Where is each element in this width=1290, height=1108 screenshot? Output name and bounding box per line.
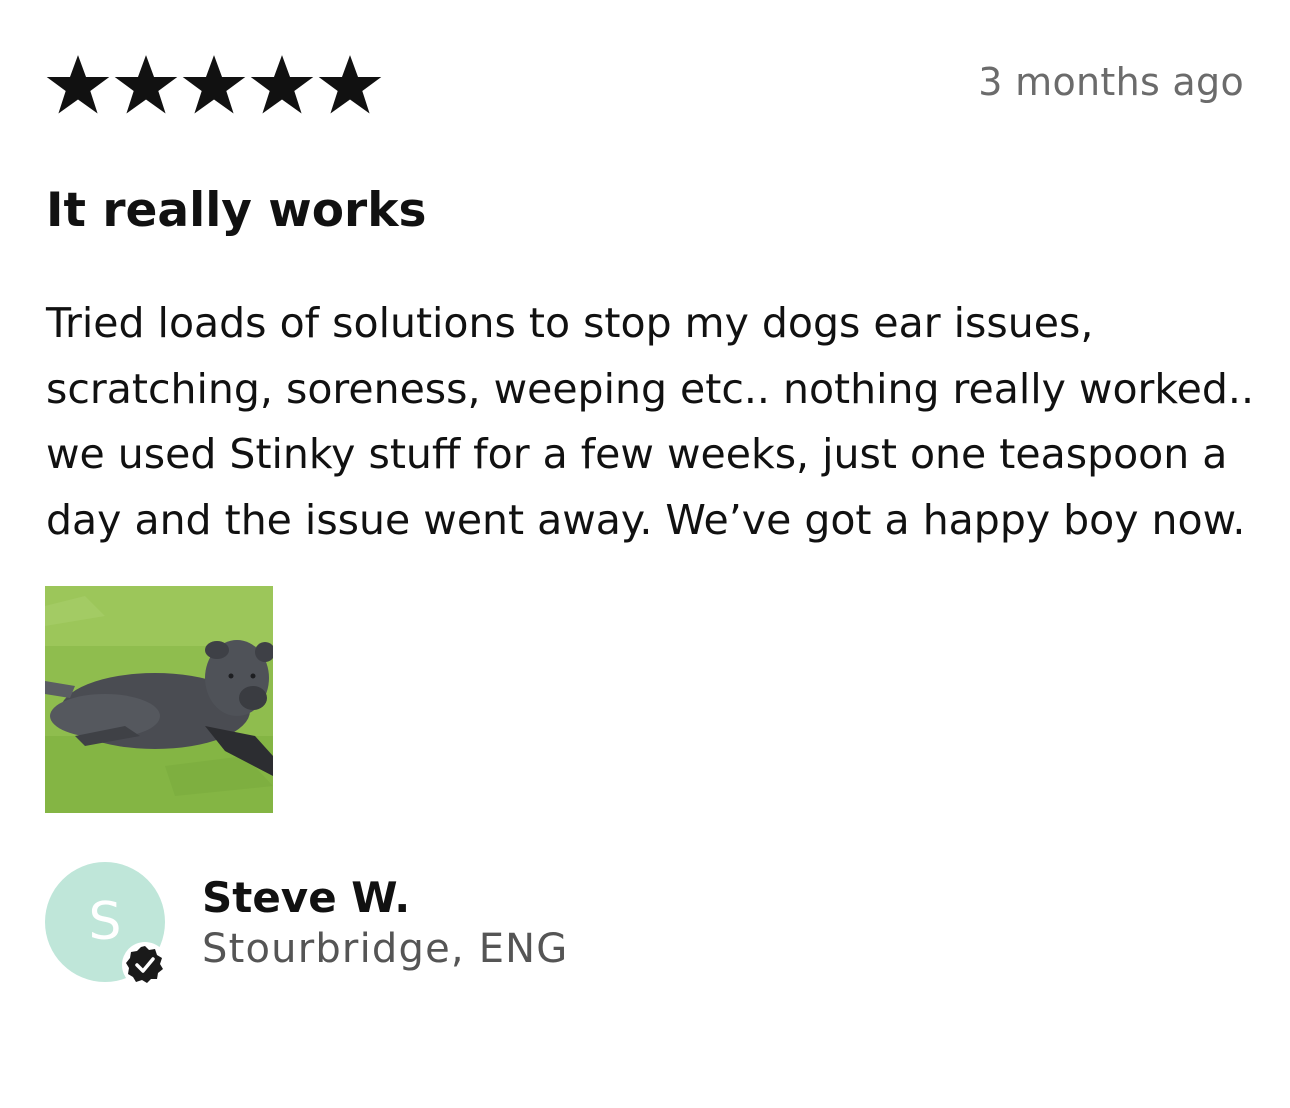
author-location: Stourbridge, ENG [202,926,569,972]
star-icon [44,50,112,120]
star-icon [316,50,384,120]
review-body-line: Tried loads of solutions to stop my dogs… [46,299,1094,347]
dog-photo [45,586,273,813]
star-icon [112,50,180,120]
star-rating [44,50,384,120]
review-card: 3 months ago It really works Tried loads… [0,0,1290,1108]
verified-check-icon [120,940,170,990]
review-timestamp: 3 months ago [978,60,1244,104]
review-body-line: scratching, soreness, weeping etc.. noth… [46,364,1254,413]
review-title: It really works [46,183,427,238]
review-photo[interactable] [45,586,273,813]
star-icon [248,50,316,120]
review-body-line: day and the issue went away. We’ve got a… [46,495,1246,544]
star-icon [180,50,248,120]
author-name: Steve W. [202,873,411,922]
review-body: Tried loads of solutions to stop my dogs… [46,291,1256,553]
review-body-line: we used Stinky stuff for a few weeks, ju… [46,430,1228,478]
